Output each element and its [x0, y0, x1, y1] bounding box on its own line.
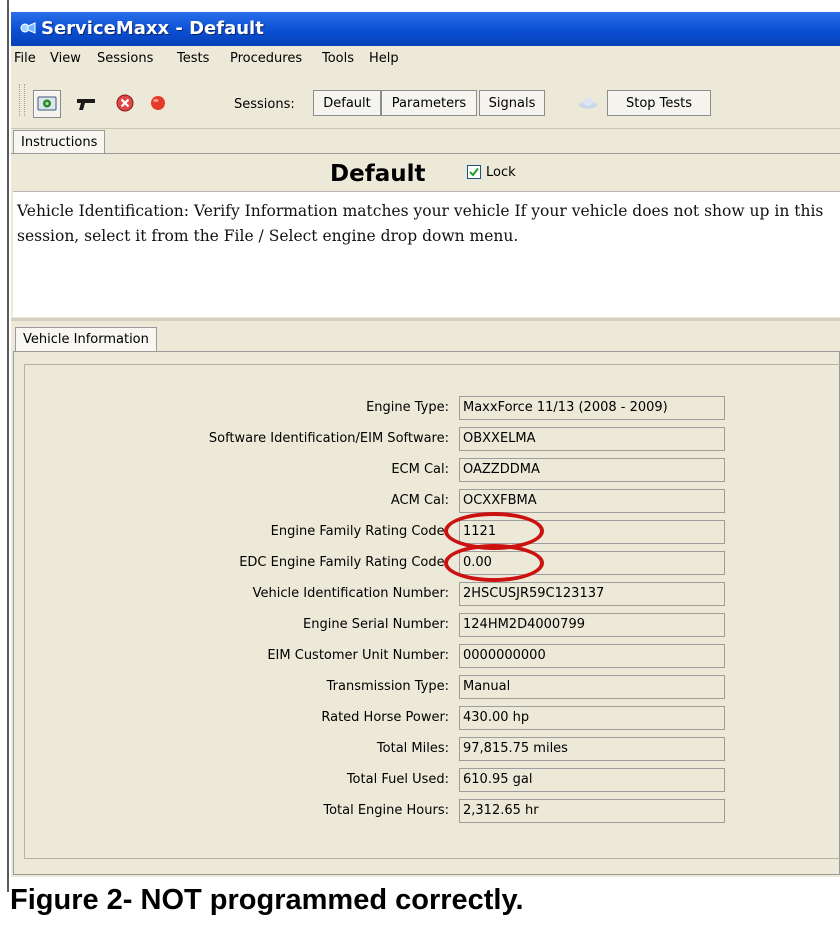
tab-instructions[interactable]: Instructions	[13, 130, 106, 154]
field-label: Rated Horse Power:	[321, 710, 449, 725]
menu-sessions[interactable]: Sessions	[97, 51, 153, 66]
figure-caption: Figure 2- NOT programmed correctly.	[10, 884, 524, 916]
sessions-label: Sessions:	[234, 97, 295, 112]
record-icon	[151, 96, 165, 110]
instructions-panel: Default Lock Vehicle Identification: Ver…	[11, 153, 840, 317]
field-label: Engine Family Rating Code:	[270, 524, 449, 539]
total-miles-field[interactable]: 97,815.75 miles	[459, 737, 725, 761]
field-label: EDC Engine Family Rating Code:	[239, 555, 449, 570]
total-engine-hours-field[interactable]: 2,312.65 hr	[459, 799, 725, 823]
field-label: Engine Serial Number:	[303, 617, 449, 632]
toolbar: Sessions: Default Parameters Signals Sto…	[11, 72, 840, 129]
snapshot-button[interactable]	[74, 90, 100, 116]
lock-checkbox[interactable]	[467, 165, 481, 179]
total-fuel-used-field[interactable]: 610.95 gal	[459, 768, 725, 792]
stop-x-icon	[116, 94, 134, 112]
servicemaxx-window: ServiceMaxx - Default File View Sessions…	[11, 12, 840, 877]
field-label: Transmission Type:	[326, 679, 449, 694]
vin-field[interactable]: 2HSCUSJR59C123137	[459, 582, 725, 606]
splitter[interactable]	[11, 318, 840, 321]
menu-bar: File View Sessions Tests Procedures Tool…	[11, 46, 840, 72]
session-title: Default	[330, 161, 426, 187]
annotation-circle-edc-rating-code	[444, 544, 544, 582]
record-button[interactable]	[145, 90, 171, 116]
field-label: Total Miles:	[376, 741, 449, 756]
field-label: Engine Type:	[366, 400, 449, 415]
cloud-icon	[579, 98, 597, 109]
instructions-text: Vehicle Identification: Verify Informati…	[17, 202, 824, 245]
acm-cal-field[interactable]: OCXXFBMA	[459, 489, 725, 513]
transmission-type-field[interactable]: Manual	[459, 675, 725, 699]
session-parameters-button[interactable]: Parameters	[381, 90, 477, 116]
field-label: EIM Customer Unit Number:	[267, 648, 449, 663]
vehicle-information-panel: Engine Type: MaxxForce 11/13 (2008 - 200…	[13, 351, 840, 875]
page-left-border	[7, 0, 9, 892]
field-label: ECM Cal:	[391, 462, 449, 477]
instructions-body: Vehicle Identification: Verify Informati…	[13, 191, 840, 317]
session-default-button[interactable]: Default	[313, 90, 381, 116]
menu-help[interactable]: Help	[369, 51, 399, 66]
field-label: ACM Cal:	[390, 493, 449, 508]
field-label: Vehicle Identification Number:	[252, 586, 449, 601]
menu-procedures[interactable]: Procedures	[230, 51, 302, 66]
session-signals-button[interactable]: Signals	[479, 90, 545, 116]
stop-tests-button[interactable]: Stop Tests	[607, 90, 711, 116]
menu-tests[interactable]: Tests	[177, 51, 209, 66]
title-bar[interactable]: ServiceMaxx - Default	[11, 12, 840, 46]
field-label: Total Fuel Used:	[346, 772, 449, 787]
toolbar-grip[interactable]	[19, 84, 25, 116]
gun-icon	[77, 99, 95, 110]
tab-vehicle-information[interactable]: Vehicle Information	[15, 327, 157, 351]
menu-view[interactable]: View	[50, 51, 81, 66]
field-label: Software Identification/EIM Software:	[208, 431, 449, 446]
menu-file[interactable]: File	[14, 51, 36, 66]
ecm-cal-field[interactable]: OAZZDDMA	[459, 458, 725, 482]
stop-button[interactable]	[112, 90, 138, 116]
app-icon	[20, 22, 36, 34]
engine-serial-number-field[interactable]: 124HM2D4000799	[459, 613, 725, 637]
menu-tools[interactable]: Tools	[322, 51, 354, 66]
field-label: Total Engine Hours:	[323, 803, 449, 818]
rated-horse-power-field[interactable]: 430.00 hp	[459, 706, 725, 730]
engine-type-field[interactable]: MaxxForce 11/13 (2008 - 2009)	[459, 396, 725, 420]
instructions-header: Default Lock	[11, 154, 840, 190]
eim-customer-unit-number-field[interactable]: 0000000000	[459, 644, 725, 668]
connect-icon	[37, 96, 57, 111]
connect-button[interactable]	[33, 90, 61, 118]
window-title: ServiceMaxx - Default	[41, 18, 264, 39]
checkmark-icon	[469, 167, 479, 177]
lock-label: Lock	[486, 165, 516, 180]
software-id-field[interactable]: OBXXELMA	[459, 427, 725, 451]
